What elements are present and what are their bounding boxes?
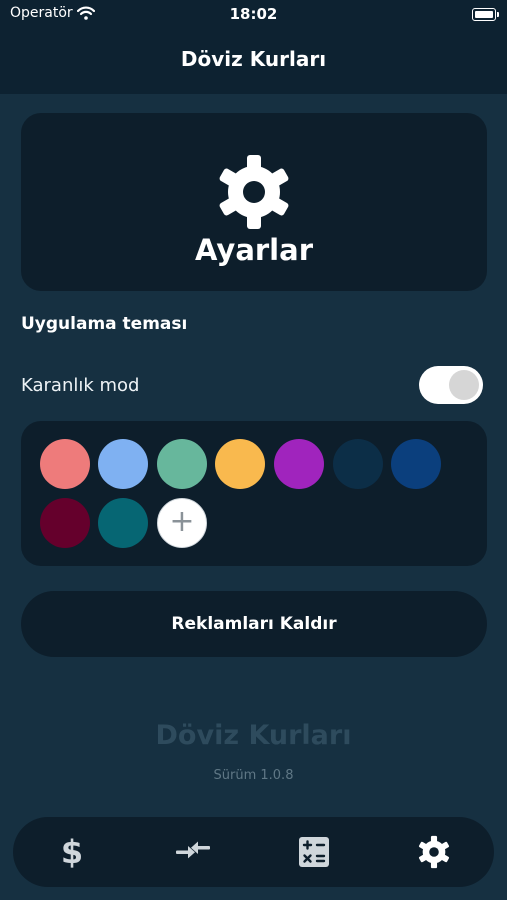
dollar-icon: $ [60, 833, 84, 871]
color-swatch[interactable] [274, 439, 324, 489]
color-swatch[interactable] [333, 439, 383, 489]
page-title: Döviz Kurları [180, 47, 327, 71]
tab-converter[interactable] [163, 817, 223, 887]
color-palette: + [21, 421, 487, 566]
tab-rates[interactable]: $ [42, 817, 102, 887]
theme-section-label: Uygulama teması [21, 314, 188, 334]
gear-icon [418, 835, 450, 869]
settings-header-card: Ayarlar [21, 113, 487, 291]
tab-settings[interactable] [404, 817, 464, 887]
color-swatch[interactable] [40, 498, 90, 548]
status-time: 18:02 [229, 5, 278, 23]
battery-icon [472, 8, 499, 21]
top-bar: Operatör 18:02 Döviz Kurları [0, 0, 507, 94]
color-swatch[interactable] [40, 439, 90, 489]
toggle-knob [449, 370, 479, 400]
remove-ads-button[interactable]: Reklamları Kaldır [21, 591, 487, 657]
settings-title: Ayarlar [195, 233, 313, 267]
color-swatch[interactable] [157, 439, 207, 489]
color-swatch[interactable] [391, 439, 441, 489]
exchange-arrows-icon [176, 841, 210, 859]
add-color-button[interactable]: + [157, 498, 207, 548]
tab-bar: $ [13, 817, 494, 887]
color-swatch[interactable] [215, 439, 265, 489]
footer-app-name: Döviz Kurları [155, 720, 352, 751]
tab-calculator[interactable] [284, 817, 344, 887]
dark-mode-label: Karanlık mod [21, 375, 140, 396]
color-swatch[interactable] [98, 498, 148, 548]
calculator-icon [299, 837, 329, 867]
footer-version: Sürüm 1.0.8 [213, 768, 294, 783]
status-bar: Operatör 18:02 [0, 0, 507, 30]
dark-mode-toggle[interactable] [419, 366, 483, 404]
color-swatch[interactable] [98, 439, 148, 489]
gear-icon [219, 155, 289, 229]
